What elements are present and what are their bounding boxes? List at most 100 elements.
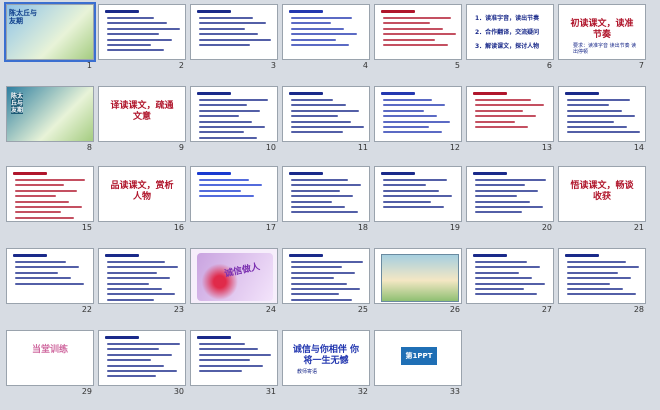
slide-thumbnail-18[interactable]: 18 (282, 166, 370, 234)
slide-text-line (291, 277, 334, 280)
slide-canvas[interactable] (282, 248, 370, 304)
slide-thumbnail-24[interactable]: 诚信做人 24 (190, 248, 278, 316)
slide-text-line (199, 109, 260, 112)
slide-thumbnail-10[interactable]: 10 (190, 86, 278, 154)
slide-thumbnail-20[interactable]: 20 (466, 166, 554, 234)
slide-canvas[interactable]: 陈太丘与友期 (4, 2, 96, 62)
slide-text-line (291, 115, 338, 118)
slide-thumbnail-25[interactable]: 25 (282, 248, 370, 316)
slide-thumbnail-13[interactable]: 13 (466, 86, 554, 154)
slide-canvas[interactable] (190, 330, 278, 386)
slide-canvas[interactable]: 初读课文，读准节奏 要求：读准字音 读出节奏 读出停顿 (558, 4, 646, 60)
slide-number: 7 (638, 61, 644, 70)
slide-thumbnail-21[interactable]: 悟读课文，畅谈收获 21 (558, 166, 646, 234)
slide-canvas[interactable] (6, 166, 94, 222)
slide-thumbnail-33[interactable]: 第1PPT 33 (374, 330, 462, 398)
slide-text-line (383, 131, 442, 134)
slide-canvas[interactable] (374, 166, 462, 222)
slide-canvas[interactable] (282, 86, 370, 142)
slide-text-line (199, 195, 254, 198)
slide-thumbnail-4[interactable]: 4 (282, 4, 370, 72)
slide-thumbnail-6[interactable]: 1．读准字音，读出节奏 2．合作翻译，交流疑问 3．解读课文，探讨人物 6 (466, 4, 554, 72)
slide-canvas[interactable]: 诚信与你相伴 你将一生无憾 教师寄语 (282, 330, 370, 386)
slide-text-line (383, 22, 430, 25)
slide-thumbnail-30[interactable]: 30 (98, 330, 186, 398)
slide-canvas[interactable] (374, 248, 462, 304)
slide-canvas[interactable] (190, 166, 278, 222)
slide-thumbnail-23[interactable]: 23 (98, 248, 186, 316)
slide-text-line (199, 17, 253, 19)
slide-canvas[interactable] (98, 4, 186, 60)
slide-text-line (107, 375, 156, 378)
slide-text-line (107, 44, 151, 46)
slide-text-line (15, 195, 56, 198)
slide-thumbnail-27[interactable]: 27 (466, 248, 554, 316)
slide-canvas[interactable] (558, 248, 646, 304)
slide-canvas[interactable] (466, 86, 554, 142)
slide-thumbnail-29[interactable]: 当堂训练 29 (6, 330, 94, 398)
slide-thumbnail-14[interactable]: 14 (558, 86, 646, 154)
slide-canvas[interactable]: 诚信做人 (190, 248, 278, 304)
slide-text-line (291, 104, 346, 107)
slide-thumbnail-17[interactable]: 17 (190, 166, 278, 234)
slide-text-line (567, 271, 618, 274)
slide-thumbnail-2[interactable]: 2 (98, 4, 186, 72)
slide-canvas[interactable]: 品读课文，赏析人物 (98, 166, 186, 222)
slide-number: 18 (357, 223, 368, 232)
slide-canvas[interactable] (466, 166, 554, 222)
slide-text-line (15, 184, 64, 187)
slide-canvas[interactable] (98, 248, 186, 304)
slide-thumbnail-3[interactable]: 3 (190, 4, 278, 72)
slide-canvas[interactable]: 译读课文，疏通文意 (98, 86, 186, 142)
slide-thumbnail-19[interactable]: 19 (374, 166, 462, 234)
slide-canvas[interactable] (190, 4, 278, 60)
slide-canvas[interactable] (98, 330, 186, 386)
slide-text-line (291, 189, 340, 192)
slide-header-bar (381, 172, 415, 175)
slide-text-line (567, 266, 639, 269)
slide-canvas[interactable]: 悟读课文，畅谈收获 (558, 166, 646, 222)
slide-canvas[interactable]: 1．读准字音，读出节奏 2．合作翻译，交流疑问 3．解读课文，探讨人物 (466, 4, 554, 60)
slide-text-line (475, 120, 515, 123)
slide-canvas[interactable]: 当堂训练 (6, 330, 94, 386)
slide-text-line (291, 109, 359, 112)
slide-thumbnail-22[interactable]: 22 (6, 248, 94, 316)
slide-header-bar (473, 254, 507, 257)
slide-text-line (199, 33, 258, 36)
slide-canvas[interactable]: 第1PPT (374, 330, 462, 386)
slide-thumbnail-15[interactable]: 15 (6, 166, 94, 234)
slide-canvas[interactable] (190, 86, 278, 142)
slide-text-line (15, 271, 58, 274)
slide-thumbnail-9[interactable]: 译读课文，疏通文意 9 (98, 86, 186, 154)
slide-canvas[interactable] (374, 4, 462, 60)
slide-text-line (199, 120, 252, 123)
slide-text-line (567, 126, 627, 128)
slide-text-line (383, 38, 435, 41)
slide-text-line (291, 179, 348, 181)
slide-thumbnail-1[interactable]: 陈太丘与友期 1 (4, 2, 96, 72)
slide-text-line (199, 136, 257, 139)
slide-text-line (475, 282, 545, 285)
slide-text-line (291, 271, 355, 274)
slide-canvas[interactable] (374, 86, 462, 142)
slide-thumbnail-7[interactable]: 初读课文，读准节奏 要求：读准字音 读出节奏 读出停顿 7 (558, 4, 646, 72)
slide-text-line (291, 38, 336, 41)
slide-thumbnail-32[interactable]: 诚信与你相伴 你将一生无憾 教师寄语 32 (282, 330, 370, 398)
slide-thumbnail-12[interactable]: 12 (374, 86, 462, 154)
slide-canvas[interactable] (558, 86, 646, 142)
slide-text-line (383, 189, 439, 192)
slide-number: 33 (449, 387, 460, 396)
slide-canvas[interactable] (6, 248, 94, 304)
slide-thumbnail-28[interactable]: 28 (558, 248, 646, 316)
slide-canvas[interactable] (282, 166, 370, 222)
slide-canvas[interactable]: 陈太丘与友期 (6, 86, 94, 142)
slide-thumbnail-8[interactable]: 陈太丘与友期 8 (6, 86, 94, 154)
slide-thumbnail-11[interactable]: 11 (282, 86, 370, 154)
slide-thumbnail-16[interactable]: 品读课文，赏析人物 16 (98, 166, 186, 234)
slide-thumbnail-5[interactable]: 5 (374, 4, 462, 72)
slide-canvas[interactable] (282, 4, 370, 60)
slide-text-line (15, 216, 74, 219)
slide-thumbnail-26[interactable]: 26 (374, 248, 462, 316)
slide-canvas[interactable] (466, 248, 554, 304)
slide-thumbnail-31[interactable]: 31 (190, 330, 278, 398)
